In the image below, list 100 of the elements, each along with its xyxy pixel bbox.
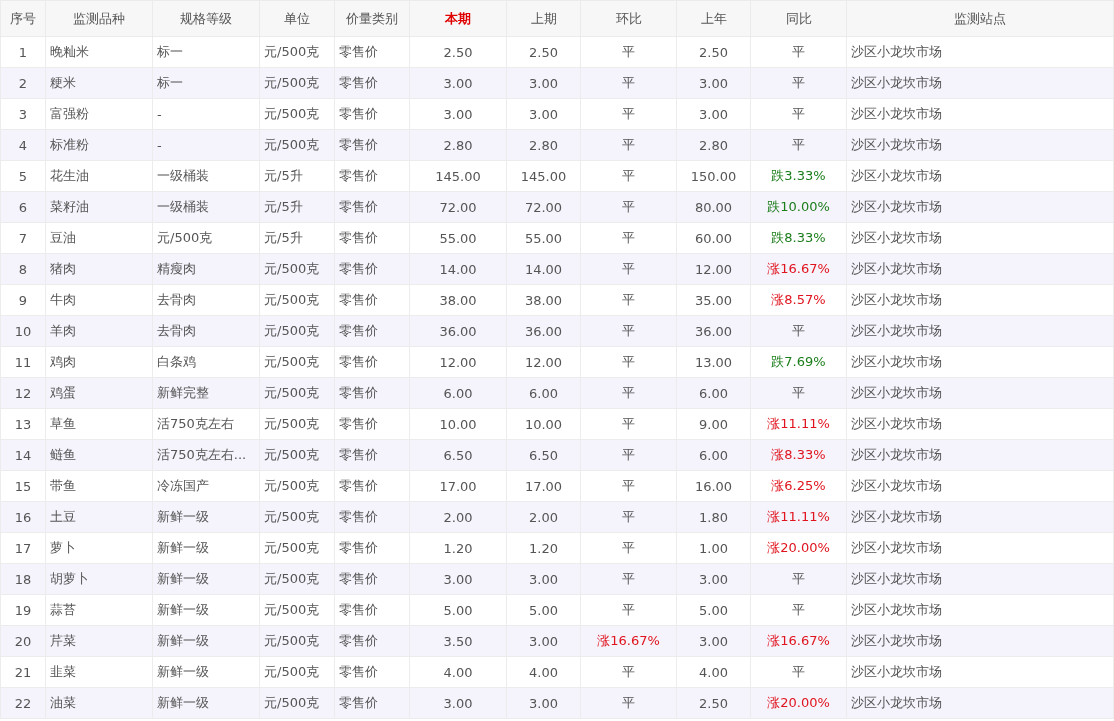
table-cell: 平 bbox=[580, 563, 677, 595]
table-cell: 新鲜一级 bbox=[152, 687, 260, 719]
table-cell: 蒜苔 bbox=[45, 594, 153, 626]
table-cell: 6.00 bbox=[506, 377, 581, 409]
table-cell: 元/500克 bbox=[259, 687, 335, 719]
table-cell: 平 bbox=[750, 67, 847, 99]
table-cell: 平 bbox=[750, 315, 847, 347]
table-cell: 元/500克 bbox=[259, 253, 335, 285]
table-cell: 元/5升 bbox=[259, 222, 335, 254]
column-header: 环比 bbox=[580, 0, 677, 37]
table-cell: 零售价 bbox=[334, 98, 410, 130]
table-cell: 油菜 bbox=[45, 687, 153, 719]
table-cell: 平 bbox=[580, 501, 677, 533]
table-cell: 元/500克 bbox=[259, 656, 335, 688]
table-cell: 3.00 bbox=[676, 98, 751, 130]
table-cell: 5.00 bbox=[409, 594, 507, 626]
table-cell: 1.80 bbox=[676, 501, 751, 533]
table-cell: 平 bbox=[580, 67, 677, 99]
table-cell: 零售价 bbox=[334, 253, 410, 285]
table-cell: 平 bbox=[580, 594, 677, 626]
table-cell: 20 bbox=[0, 625, 46, 657]
table-cell: 新鲜一级 bbox=[152, 594, 260, 626]
table-cell: 5.00 bbox=[676, 594, 751, 626]
table-cell: 平 bbox=[580, 408, 677, 440]
table-cell: 元/5升 bbox=[259, 191, 335, 223]
table-cell: 55.00 bbox=[506, 222, 581, 254]
table-cell: 3.00 bbox=[676, 625, 751, 657]
table-cell: 元/500克 bbox=[259, 377, 335, 409]
table-cell: 一级桶装 bbox=[152, 160, 260, 192]
table-cell: 35.00 bbox=[676, 284, 751, 316]
table-cell: 零售价 bbox=[334, 563, 410, 595]
table-cell: 11 bbox=[0, 346, 46, 378]
table-cell: 3.00 bbox=[409, 563, 507, 595]
table-cell: 标一 bbox=[152, 67, 260, 99]
table-cell: 13 bbox=[0, 408, 46, 440]
table-cell: 沙区小龙坎市场 bbox=[846, 98, 1114, 130]
table-cell: 沙区小龙坎市场 bbox=[846, 408, 1114, 440]
table-cell: 跌7.69% bbox=[750, 346, 847, 378]
table-cell: 3.00 bbox=[506, 98, 581, 130]
table-cell: 2.80 bbox=[506, 129, 581, 161]
table-cell: 元/500克 bbox=[259, 501, 335, 533]
table-cell: 标准粉 bbox=[45, 129, 153, 161]
table-cell: 零售价 bbox=[334, 284, 410, 316]
table-cell: 零售价 bbox=[334, 191, 410, 223]
table-cell: 元/500克 bbox=[259, 98, 335, 130]
table-cell: 6.00 bbox=[676, 377, 751, 409]
table-cell: 2.00 bbox=[506, 501, 581, 533]
table-cell: 平 bbox=[750, 377, 847, 409]
table-cell: 3.00 bbox=[409, 98, 507, 130]
table-cell: 14.00 bbox=[506, 253, 581, 285]
table-cell: 36.00 bbox=[506, 315, 581, 347]
table-cell: 沙区小龙坎市场 bbox=[846, 253, 1114, 285]
table-cell: 145.00 bbox=[409, 160, 507, 192]
column-header: 价量类别 bbox=[334, 0, 410, 37]
table-cell: 12.00 bbox=[409, 346, 507, 378]
table-cell: 3.50 bbox=[409, 625, 507, 657]
table-cell: 36.00 bbox=[409, 315, 507, 347]
table-cell: 沙区小龙坎市场 bbox=[846, 563, 1114, 595]
column-header: 上年 bbox=[676, 0, 751, 37]
table-cell: 2.00 bbox=[409, 501, 507, 533]
table-cell: 涨11.11% bbox=[750, 501, 847, 533]
table-cell: 牛肉 bbox=[45, 284, 153, 316]
table-cell: 元/500克 bbox=[259, 563, 335, 595]
table-cell: 10 bbox=[0, 315, 46, 347]
table-cell: 白条鸡 bbox=[152, 346, 260, 378]
table-cell: 4.00 bbox=[676, 656, 751, 688]
table-cell: 萝卜 bbox=[45, 532, 153, 564]
table-cell: 沙区小龙坎市场 bbox=[846, 346, 1114, 378]
table-cell: 6.50 bbox=[409, 439, 507, 471]
table-cell: 5 bbox=[0, 160, 46, 192]
table-cell: 涨6.25% bbox=[750, 470, 847, 502]
table-cell: 花生油 bbox=[45, 160, 153, 192]
table-cell: 富强粉 bbox=[45, 98, 153, 130]
table-cell: 标一 bbox=[152, 36, 260, 68]
table-cell: 韭菜 bbox=[45, 656, 153, 688]
table-cell: 12 bbox=[0, 377, 46, 409]
table-cell: 元/500克 bbox=[259, 625, 335, 657]
table-cell: 145.00 bbox=[506, 160, 581, 192]
table-cell: 平 bbox=[580, 470, 677, 502]
table-cell: 零售价 bbox=[334, 36, 410, 68]
table-cell: 元/5升 bbox=[259, 160, 335, 192]
table-cell: 80.00 bbox=[676, 191, 751, 223]
table-cell: 2 bbox=[0, 67, 46, 99]
table-cell: 涨16.67% bbox=[580, 625, 677, 657]
table-cell: 平 bbox=[750, 36, 847, 68]
table-cell: 元/500克 bbox=[259, 129, 335, 161]
table-cell: 38.00 bbox=[506, 284, 581, 316]
table-cell: 去骨肉 bbox=[152, 284, 260, 316]
table-cell: 4.00 bbox=[409, 656, 507, 688]
column-header: 序号 bbox=[0, 0, 46, 37]
table-cell: 2.80 bbox=[676, 129, 751, 161]
table-cell: 1 bbox=[0, 36, 46, 68]
table-cell: 沙区小龙坎市场 bbox=[846, 67, 1114, 99]
table-cell: 平 bbox=[750, 594, 847, 626]
table-cell: 羊肉 bbox=[45, 315, 153, 347]
table-cell: 涨11.11% bbox=[750, 408, 847, 440]
table-cell: 36.00 bbox=[676, 315, 751, 347]
table-cell: 跌8.33% bbox=[750, 222, 847, 254]
table-cell: 零售价 bbox=[334, 501, 410, 533]
table-cell: 2.50 bbox=[676, 36, 751, 68]
